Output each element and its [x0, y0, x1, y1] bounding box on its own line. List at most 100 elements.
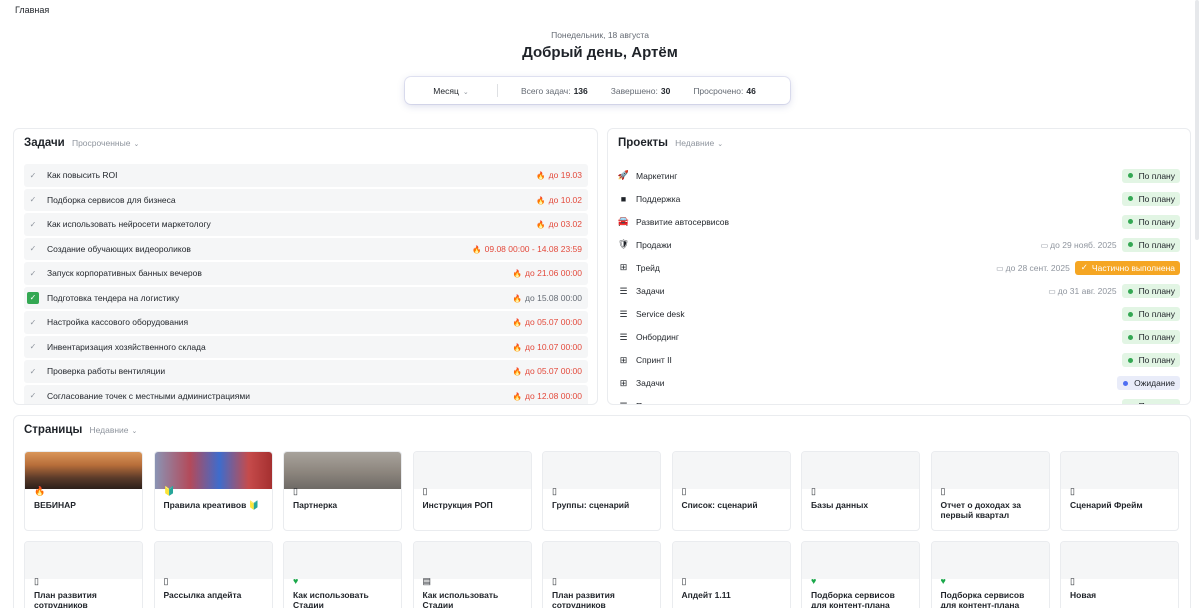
task-name[interactable]: Как повысить ROI [47, 170, 536, 180]
task-checkbox[interactable]: ✓ [27, 341, 39, 353]
project-name[interactable]: Развитие автосервисов [636, 217, 1122, 227]
page-title[interactable]: Рассылка апдейта [164, 590, 263, 600]
task-checkbox[interactable]: ✓ [27, 243, 39, 255]
task-row[interactable]: ✓ Как повысить ROI 🔥 до 19.03 [24, 164, 588, 187]
project-row[interactable]: ☰ Онбординг По плану [618, 326, 1180, 349]
task-checkbox[interactable]: ✓ [27, 169, 39, 181]
task-checkbox[interactable]: ✓ [27, 316, 39, 328]
breadcrumb[interactable]: Главная [15, 5, 49, 15]
page-card[interactable]: ▯ План развития сотрудников [24, 541, 143, 608]
task-name[interactable]: Согласование точек с местными администра… [47, 391, 513, 401]
task-row[interactable]: ✓ Создание обучающих видеороликов 🔥 09.08 0… [24, 237, 588, 260]
page-card[interactable]: ▯ Рассылка апдейта [153, 541, 273, 608]
stat-overdue-label: Просрочено: [693, 85, 744, 96]
project-row[interactable]: ⊞ Трейд ▭ до 28 сент. 2025 ✓ Частично выполне… [618, 256, 1180, 279]
page-card[interactable]: ▯ Базы данных [801, 451, 920, 531]
task-checkbox[interactable]: ✓ [27, 267, 39, 279]
page-card[interactable]: ▯ Отчет о доходах за первый квартал [930, 451, 1050, 531]
project-row[interactable]: 🛡 Продажи ▭ до 29 нояб. 2025 По плану [618, 233, 1180, 256]
project-name[interactable]: Проектные документы [636, 401, 1122, 404]
project-row[interactable]: ⊞ Задачи Ожидание [618, 372, 1180, 395]
task-name[interactable]: Инвентаризация хозяйственного склада [47, 342, 513, 352]
page-title[interactable]: Группы: сценарий [552, 500, 651, 510]
project-name[interactable]: Продажи [636, 240, 1041, 250]
page-title[interactable]: План развития сотрудников [34, 590, 133, 608]
task-checkbox[interactable]: ✓ [27, 291, 39, 304]
page-scrollbar[interactable] [1195, 0, 1199, 240]
period-dropdown[interactable]: Месяц ⌄ [405, 86, 497, 96]
task-checkbox[interactable]: ✓ [27, 194, 39, 206]
task-name[interactable]: Проверка работы вентиляции [47, 366, 513, 376]
page-title[interactable]: Подборка сервисов для контент-плана (Коп… [941, 590, 1040, 608]
task-row[interactable]: ✓ Подборка сервисов для бизнеса 🔥 до 10.02 [24, 188, 588, 211]
task-checkbox[interactable]: ✓ [27, 365, 39, 377]
project-row[interactable]: ⊞ Спринт II По плану [618, 349, 1180, 372]
page-title[interactable]: Инструкция РОП [423, 500, 522, 510]
page-title[interactable]: Базы данных [811, 500, 910, 510]
project-row[interactable]: ☰ Service desk По плану [618, 303, 1180, 326]
task-row[interactable]: ✓ Подготовка тендера на логистику 🔥 до 15.0… [24, 286, 588, 309]
page-title[interactable]: Новая [1070, 590, 1169, 600]
task-checkbox[interactable]: ✓ [27, 218, 39, 230]
task-name[interactable]: Как использовать нейросети маркетологу [47, 219, 536, 229]
project-name[interactable]: Задачи [636, 286, 1048, 296]
task-row[interactable]: ✓ Настройка кассового оборудования 🔥 до 05.… [24, 311, 588, 334]
project-row[interactable]: ☰ Задачи ▭ до 31 авг. 2025 По плану [618, 279, 1180, 302]
task-name[interactable]: Подборка сервисов для бизнеса [47, 195, 536, 205]
project-deadline-text: до 29 нояб. 2025 [1050, 239, 1117, 250]
page-title[interactable]: Список: сценарий [682, 500, 781, 510]
project-row[interactable]: ■ Поддержка По плану [618, 187, 1180, 210]
page-card[interactable]: ▯ Инструкция РОП [412, 451, 532, 531]
task-name[interactable]: Создание обучающих видеороликов [47, 244, 472, 254]
page-card[interactable]: 🔰 Правила креативов 🔰 [153, 451, 273, 531]
project-row[interactable]: ☰ Проектные документы По плану [618, 395, 1180, 404]
page-card[interactable]: ▯ Сценарий Фрейм [1060, 451, 1179, 531]
project-name[interactable]: Service desk [636, 309, 1122, 319]
task-row[interactable]: ✓ Запуск корпоративных банных вечеров 🔥 до … [24, 262, 588, 285]
page-card[interactable]: ▯ План развития сотрудников [542, 541, 661, 608]
page-title[interactable]: Правила креативов 🔰 [164, 500, 263, 510]
task-row[interactable]: ✓ Проверка работы вентиляции 🔥 до 05.07 00:… [24, 360, 588, 383]
project-name[interactable]: Онбординг [636, 332, 1122, 342]
page-title[interactable]: План развития сотрудников [552, 590, 651, 608]
task-name[interactable]: Запуск корпоративных банных вечеров [47, 268, 513, 278]
project-row[interactable]: 🚀 Маркетинг По плану [618, 164, 1180, 187]
tasks-filter-dropdown[interactable]: Просроченные ⌄ [72, 138, 139, 148]
project-row[interactable]: 🚘 Развитие автосервисов По плану [618, 210, 1180, 233]
page-title[interactable]: Партнерка [293, 500, 392, 510]
status-label: По плану [1138, 170, 1175, 181]
page-card[interactable]: ♥ Подборка сервисов для контент-плана [801, 541, 920, 608]
task-row[interactable]: ✓ Согласование точек с местными администр… [24, 384, 588, 404]
task-due-text: до 21.06 00:00 [525, 268, 582, 279]
page-title[interactable]: Как использовать Стадии [423, 590, 522, 608]
projects-filter-dropdown[interactable]: Недавние ⌄ [675, 138, 723, 148]
project-name[interactable]: Поддержка [636, 194, 1122, 204]
pages-filter-dropdown[interactable]: Недавние ⌄ [89, 425, 137, 435]
page-card[interactable]: 🔥 ВЕБИНАР [24, 451, 143, 531]
page-card[interactable]: ♥ Подборка сервисов для контент-плана (Ко… [930, 541, 1050, 608]
page-title[interactable]: Отчет о доходах за первый квартал [941, 500, 1040, 520]
project-name[interactable]: Маркетинг [636, 171, 1122, 181]
page-title[interactable]: Сценарий Фрейм [1070, 500, 1169, 510]
page-card[interactable]: ▯ Партнерка [283, 451, 402, 531]
page-card[interactable]: ♥ Как использовать Стадии [283, 541, 402, 608]
page-cover [25, 542, 142, 579]
page-card[interactable]: ▯ Группы: сценарий [542, 451, 661, 531]
page-card[interactable]: ▯ Новая [1060, 541, 1179, 608]
page-card[interactable]: ▯ Апдейт 1.11 [671, 541, 791, 608]
page-title[interactable]: Апдейт 1.11 [682, 590, 781, 600]
project-name[interactable]: Спринт II [636, 355, 1122, 365]
task-row[interactable]: ✓ Инвентаризация хозяйственного склада 🔥 до… [24, 335, 588, 358]
page-title[interactable]: Как использовать Стадии [293, 590, 392, 608]
task-name[interactable]: Настройка кассового оборудования [47, 317, 513, 327]
page-card[interactable]: ▤ Как использовать Стадии [412, 541, 532, 608]
task-checkbox[interactable]: ✓ [27, 390, 39, 402]
page-title[interactable]: Подборка сервисов для контент-плана [811, 590, 910, 608]
task-row[interactable]: ✓ Как использовать нейросети маркетологу 🔥… [24, 213, 588, 236]
page-title[interactable]: ВЕБИНАР [34, 500, 133, 510]
task-name[interactable]: Подготовка тендера на логистику [47, 293, 513, 303]
project-name[interactable]: Задачи [636, 378, 1117, 388]
page-cover [284, 542, 401, 579]
page-card[interactable]: ▯ Список: сценарий [671, 451, 791, 531]
project-name[interactable]: Трейд [636, 263, 996, 273]
